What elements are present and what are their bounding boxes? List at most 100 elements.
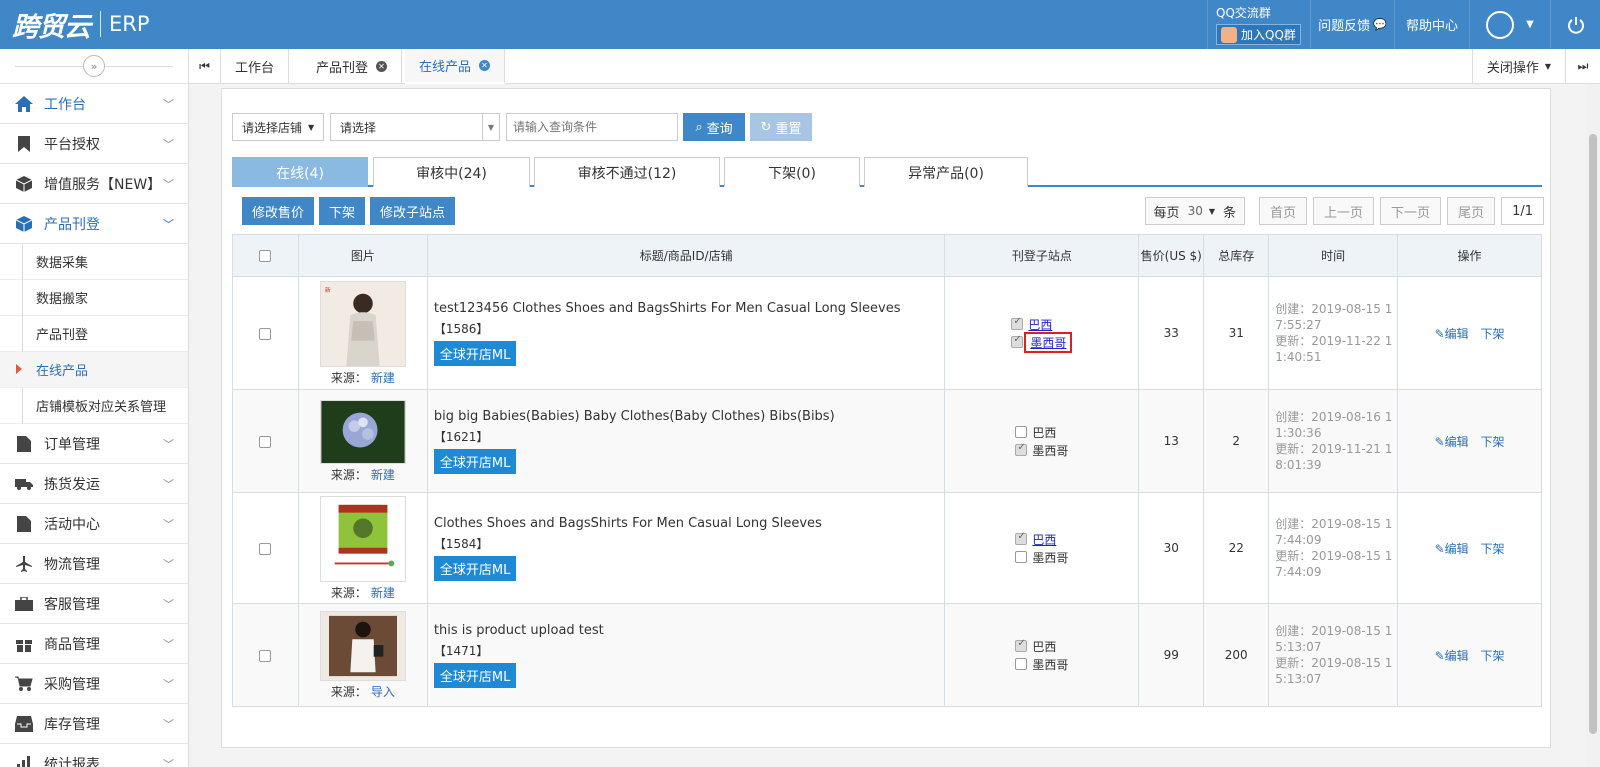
status-tab-reviewing[interactable]: 审核中(24) xyxy=(373,157,530,187)
skip-forward-icon: ⏭ xyxy=(1577,59,1589,73)
site-checkbox[interactable] xyxy=(1015,551,1028,563)
source-link[interactable]: 新建 xyxy=(371,586,395,600)
tab-product-listing[interactable]: 产品刊登 ✕ xyxy=(302,49,403,84)
page-scrollbar[interactable] xyxy=(1586,84,1600,767)
sidebar-item-value-added[interactable]: 增值服务【NEW】 ﹀ xyxy=(0,164,188,204)
edit-link[interactable]: ✎编辑 xyxy=(1435,649,1469,663)
site-link-brazil[interactable]: 巴西 xyxy=(1032,531,1056,548)
row-select-cell xyxy=(232,603,299,707)
offshelf-link[interactable]: 下架 xyxy=(1480,649,1504,663)
product-image[interactable]: 新 xyxy=(319,280,406,367)
tabs-scroll-right-button[interactable]: ⏭ xyxy=(1565,49,1600,84)
sidebar-subitem-data-collect[interactable]: 数据采集 xyxy=(0,244,188,280)
site-checkbox[interactable] xyxy=(1015,638,1028,652)
site-checkbox[interactable] xyxy=(1015,442,1028,456)
current-arrow-icon xyxy=(16,364,22,374)
scrollbar-thumb[interactable] xyxy=(1589,134,1597,734)
site-checkbox[interactable] xyxy=(1011,334,1024,348)
offshelf-link[interactable]: 下架 xyxy=(1480,435,1504,449)
sidebar-item-logistics[interactable]: 物流管理 ﹀ xyxy=(0,544,188,584)
join-qq-label: 加入QQ群 xyxy=(1241,28,1296,42)
edit-link[interactable]: ✎编辑 xyxy=(1435,327,1469,341)
row-checkbox[interactable] xyxy=(259,435,272,448)
site-checkbox[interactable] xyxy=(1011,316,1024,330)
status-tab-abnormal[interactable]: 异常产品(0) xyxy=(864,157,1028,187)
sidebar-item-activity[interactable]: 活动中心 ﹀ xyxy=(0,504,188,544)
document-icon xyxy=(14,435,34,453)
product-image[interactable] xyxy=(319,399,406,464)
sidebar-item-workbench[interactable]: 工作台 ﹀ xyxy=(0,84,188,124)
source-link[interactable]: 新建 xyxy=(371,468,395,482)
sidebar-subitem-online-products[interactable]: 在线产品 xyxy=(0,352,188,388)
offshelf-button[interactable]: 下架 xyxy=(319,197,366,225)
site-checkbox[interactable] xyxy=(1015,531,1028,545)
sidebar-item-inventory[interactable]: 库存管理 ﹀ xyxy=(0,704,188,744)
source-link[interactable]: 新建 xyxy=(371,371,395,385)
product-image[interactable] xyxy=(319,495,406,582)
edit-sub-sites-button[interactable]: 修改子站点 xyxy=(370,197,456,225)
site-checkbox[interactable] xyxy=(1015,658,1028,670)
status-tab-label: 下架(0) xyxy=(768,165,816,182)
edit-price-button[interactable]: 修改售价 xyxy=(242,197,315,225)
price-cell: 30 xyxy=(1138,492,1205,604)
store-select[interactable]: 请选择店铺 ▼ xyxy=(232,113,324,141)
time-cell: 创建：2019-08-15 1 7:55:27 更新：2019-11-22 1 … xyxy=(1268,276,1399,390)
status-tab-offshelf[interactable]: 下架(0) xyxy=(724,157,860,187)
offshelf-link[interactable]: 下架 xyxy=(1480,542,1504,556)
sidebar-item-reports[interactable]: 统计报表 ﹀ xyxy=(0,744,188,767)
query-button[interactable]: ⌕ 查询 xyxy=(683,113,745,141)
reset-button[interactable]: ↻ 重置 xyxy=(750,113,812,141)
status-tab-rejected[interactable]: 审核不通过(12) xyxy=(534,157,720,187)
last-page-button[interactable]: 尾页 xyxy=(1447,197,1496,225)
operations-cell: ✎编辑 下架 xyxy=(1397,603,1542,707)
query-input[interactable] xyxy=(506,113,678,141)
status-tab-online[interactable]: 在线(4) xyxy=(232,157,368,187)
help-center-button[interactable]: 帮助中心 xyxy=(1394,0,1469,49)
prev-page-button[interactable]: 上一页 xyxy=(1313,197,1375,225)
logout-button[interactable] xyxy=(1550,0,1600,49)
shop-badge[interactable]: 全球开店ML xyxy=(433,662,517,688)
tab-online-products[interactable]: 在线产品 ✕ xyxy=(405,49,506,84)
edit-link[interactable]: ✎编辑 xyxy=(1435,542,1469,556)
select-all-checkbox[interactable] xyxy=(259,250,272,262)
close-icon[interactable]: ✕ xyxy=(479,60,491,71)
shop-badge[interactable]: 全球开店ML xyxy=(433,555,517,581)
tab-workbench[interactable]: 工作台 xyxy=(221,49,290,84)
next-page-button[interactable]: 下一页 xyxy=(1380,197,1442,225)
user-menu[interactable]: ▼ xyxy=(1469,0,1550,49)
site-link-mexico[interactable]: 墨西哥 xyxy=(1024,331,1073,353)
close-icon[interactable]: ✕ xyxy=(376,61,388,72)
edit-link[interactable]: ✎编辑 xyxy=(1435,435,1469,449)
row-checkbox[interactable] xyxy=(259,649,272,662)
site-link-brazil[interactable]: 巴西 xyxy=(1028,316,1052,333)
shop-badge[interactable]: 全球开店ML xyxy=(433,340,517,366)
sidebar-item-orders[interactable]: 订单管理 ﹀ xyxy=(0,424,188,464)
offshelf-link[interactable]: 下架 xyxy=(1480,327,1504,341)
sidebar-subitem-label: 店铺模板对应关系管理 xyxy=(36,400,167,415)
join-qq-button[interactable]: 加入QQ群 xyxy=(1216,24,1301,45)
feedback-button[interactable]: 问题反馈 💬 xyxy=(1310,0,1394,49)
sidebar-item-purchase[interactable]: 采购管理 ﹀ xyxy=(0,664,188,704)
first-page-button[interactable]: 首页 xyxy=(1259,197,1308,225)
price-cell: 99 xyxy=(1138,603,1205,707)
row-checkbox[interactable] xyxy=(259,327,272,340)
source-link[interactable]: 导入 xyxy=(371,685,395,699)
sidebar-collapse-toggle[interactable]: » xyxy=(83,55,105,77)
sidebar-subitem-data-move[interactable]: 数据搬家 xyxy=(0,280,188,316)
sidebar-item-platform-auth[interactable]: 平台授权 ﹀ xyxy=(0,124,188,164)
sidebar-subitem-store-template[interactable]: 店铺模板对应关系管理 xyxy=(0,388,188,424)
row-checkbox[interactable] xyxy=(259,542,272,555)
site-checkbox[interactable] xyxy=(1015,426,1028,438)
app-logo[interactable]: 跨贸云 ERP xyxy=(12,6,150,43)
sidebar-item-customer-service[interactable]: 客服管理 ﹀ xyxy=(0,584,188,624)
sidebar-item-picking[interactable]: 拣货发运 ﹀ xyxy=(0,464,188,504)
sidebar-item-product-listing[interactable]: 产品刊登 ﹀ xyxy=(0,204,188,244)
product-image[interactable] xyxy=(319,610,406,681)
type-select[interactable]: 请选择 ▼ xyxy=(330,113,500,141)
sidebar-subitem-product-listing[interactable]: 产品刊登 xyxy=(0,316,188,352)
shop-badge[interactable]: 全球开店ML xyxy=(433,448,517,474)
sidebar-item-goods[interactable]: 商品管理 ﹀ xyxy=(0,624,188,664)
per-page-select[interactable]: 每页 30 ▼ 条 xyxy=(1144,197,1246,225)
tabs-scroll-left-button[interactable]: ⏮ xyxy=(189,49,221,84)
close-operations-dropdown[interactable]: 关闭操作 ▼ xyxy=(1472,49,1565,84)
